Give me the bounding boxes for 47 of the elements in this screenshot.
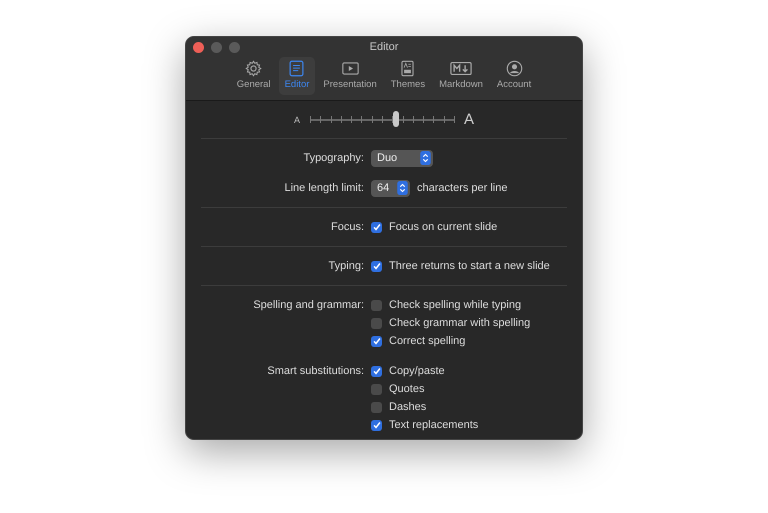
toolbar-tab[interactable]: General [230, 57, 277, 95]
toolbar-tab[interactable]: Editor [278, 57, 316, 95]
small-font-label: A [294, 114, 300, 124]
checkbox-label: Check grammar with spelling [389, 317, 530, 329]
checkbox[interactable] [371, 336, 382, 346]
unit-label: characters per line [417, 182, 508, 194]
checkbox-label: Quotes [389, 383, 424, 395]
play-icon [342, 60, 359, 77]
setting-label: Typing: [328, 259, 364, 274]
setting-label: Line length limit: [284, 181, 364, 196]
checkbox[interactable] [371, 402, 382, 412]
checkbox[interactable] [371, 222, 382, 232]
close-button[interactable] [193, 42, 204, 53]
toolbar-tab[interactable]: Account [490, 57, 538, 95]
chevron-icon [420, 151, 431, 165]
account-icon [506, 60, 523, 77]
checkbox[interactable] [371, 420, 382, 430]
font-size-slider[interactable] [307, 112, 457, 128]
chevron-icon [397, 181, 408, 195]
setting-label: Focus: [330, 220, 364, 235]
checkbox[interactable] [371, 366, 382, 376]
checkbox[interactable] [371, 300, 382, 310]
checkbox-label: Text replacements [389, 419, 478, 431]
checkbox-label: Dashes [389, 401, 426, 413]
checkbox[interactable] [371, 260, 382, 272]
gear-icon [245, 60, 262, 77]
theme-icon [399, 60, 416, 77]
checkbox-label: Correct spelling [389, 335, 466, 347]
setting-label: Spelling and grammar: [252, 298, 364, 313]
slider-thumb[interactable] [393, 110, 400, 126]
checkbox[interactable] [371, 318, 382, 328]
checkbox-label: Check spelling while typing [389, 299, 522, 311]
line-length-stepper[interactable]: 64 [371, 180, 410, 196]
checkbox-label: Three returns to start a new slide [389, 260, 550, 272]
document-icon [288, 60, 306, 77]
checkbox[interactable] [371, 384, 382, 394]
large-font-label: A [464, 111, 474, 128]
toolbar-tab[interactable]: Markdown [433, 57, 489, 95]
typography-dropdown[interactable]: Duo [371, 150, 433, 166]
checkbox-label: Copy/paste [389, 365, 445, 377]
setting-label: Smart substitutions: [266, 364, 364, 379]
toolbar-tab[interactable]: Presentation [317, 57, 383, 95]
toolbar-tab[interactable]: Themes [384, 57, 432, 95]
setting-label: Typography: [302, 151, 364, 166]
checkbox-label: Focus on current slide [389, 221, 498, 233]
window-title: Editor [370, 41, 398, 53]
markdown-icon [450, 60, 472, 77]
